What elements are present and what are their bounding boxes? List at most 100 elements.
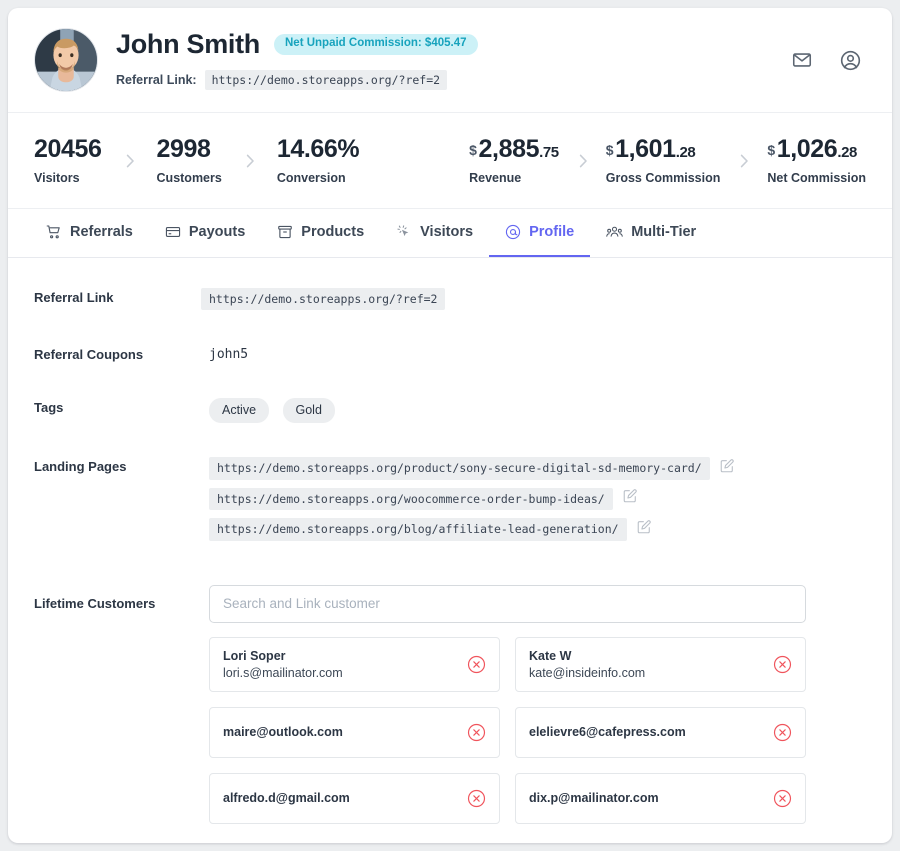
stat-label: Visitors bbox=[34, 170, 80, 185]
customer-email: kate@insideinfo.com bbox=[529, 665, 646, 680]
field-tags: Tags Active Gold bbox=[34, 398, 866, 424]
edit-square-icon[interactable] bbox=[622, 488, 638, 509]
cart-icon bbox=[46, 224, 62, 240]
affiliate-profile-card: John Smith Net Unpaid Commission: $405.4… bbox=[8, 8, 892, 843]
profile-header: John Smith Net Unpaid Commission: $405.4… bbox=[8, 8, 892, 113]
landing-page-url[interactable]: https://demo.storeapps.org/woocommerce-o… bbox=[209, 487, 613, 511]
tab-referrals[interactable]: Referrals bbox=[34, 209, 149, 257]
field-label: Referral Link bbox=[34, 290, 114, 305]
remove-circle-icon[interactable] bbox=[773, 789, 792, 808]
landing-page-row: https://demo.storeapps.org/blog/affiliat… bbox=[209, 518, 866, 541]
field-landing-pages: Landing Pages https://demo.storeapps.org… bbox=[34, 457, 866, 541]
field-label: Referral Coupons bbox=[34, 347, 144, 363]
card-icon bbox=[165, 224, 181, 240]
landing-page-row: https://demo.storeapps.org/woocommerce-o… bbox=[209, 487, 866, 511]
list-item: Kate W kate@insideinfo.com bbox=[515, 636, 806, 692]
edit-square-icon[interactable] bbox=[636, 519, 652, 540]
header-actions bbox=[791, 49, 866, 72]
remove-circle-icon[interactable] bbox=[467, 723, 486, 742]
account-circle-icon[interactable] bbox=[839, 49, 862, 72]
stat-customers: 2998 Customers bbox=[157, 136, 222, 185]
stat-value: 1,026 bbox=[776, 135, 838, 164]
stat-value: 2998 bbox=[156, 135, 211, 164]
list-item: maire@outlook.com bbox=[209, 706, 500, 758]
tab-label: Profile bbox=[529, 224, 575, 240]
list-item: Lori Soper lori.s@mailinator.com bbox=[209, 636, 500, 692]
customer-name: Lori Soper bbox=[223, 648, 286, 663]
field-lifetime-customers: Lifetime Customers Lori Soper lori.s@mai… bbox=[34, 584, 866, 824]
customer-email: alfredo.d@gmail.com bbox=[223, 791, 350, 805]
box-icon bbox=[277, 224, 293, 240]
tab-profile[interactable]: Profile bbox=[489, 209, 591, 257]
tag-chip[interactable]: Gold bbox=[282, 398, 335, 424]
stat-label: Revenue bbox=[469, 170, 522, 185]
stat-revenue: $2,885.75 Revenue bbox=[469, 136, 559, 185]
stat-value: 1,601 bbox=[615, 135, 676, 164]
people-icon bbox=[606, 224, 623, 240]
avatar bbox=[34, 28, 98, 92]
customer-name: Kate W bbox=[529, 648, 572, 663]
remove-circle-icon[interactable] bbox=[467, 789, 486, 808]
stat-currency: $ bbox=[469, 142, 477, 159]
field-referral-coupons: Referral Coupons john5 bbox=[34, 345, 866, 363]
mail-icon[interactable] bbox=[791, 49, 813, 71]
stat-value: 20456 bbox=[34, 135, 102, 164]
chevron-right-icon bbox=[579, 154, 588, 168]
stat-label: Customers bbox=[156, 170, 222, 185]
stats-bar: 20456 Visitors 2998 Customers 14.66% Con… bbox=[8, 113, 892, 209]
chevron-right-icon bbox=[740, 154, 749, 168]
status-badge: Net Unpaid Commission: $405.47 bbox=[274, 34, 478, 55]
customer-email: maire@outlook.com bbox=[223, 725, 343, 739]
tab-payouts[interactable]: Payouts bbox=[149, 209, 261, 257]
coupon-code: john5 bbox=[209, 347, 249, 363]
tag-chip[interactable]: Active bbox=[209, 398, 270, 424]
tab-label: Visitors bbox=[420, 224, 474, 240]
stat-visitors: 20456 Visitors bbox=[34, 136, 102, 185]
identity-block: John Smith Net Unpaid Commission: $405.4… bbox=[116, 28, 791, 91]
remove-circle-icon[interactable] bbox=[773, 723, 792, 742]
tab-label: Multi-Tier bbox=[631, 224, 697, 240]
landing-page-url[interactable]: https://demo.storeapps.org/blog/affiliat… bbox=[209, 518, 627, 541]
customer-email: dix.p@mailinator.com bbox=[529, 791, 659, 805]
stat-decimals: .28 bbox=[675, 144, 696, 162]
search-input[interactable] bbox=[209, 584, 806, 623]
tab-label: Products bbox=[301, 224, 365, 240]
stat-label: Gross Commission bbox=[605, 170, 721, 185]
cursor-click-icon bbox=[396, 224, 412, 240]
landing-page-row: https://demo.storeapps.org/product/sony-… bbox=[209, 457, 866, 480]
stat-value: 2,885 bbox=[478, 135, 540, 164]
tab-label: Payouts bbox=[188, 224, 246, 240]
stat-label: Net Commission bbox=[767, 170, 866, 185]
stat-gross-commission: $1,601.28 Gross Commission bbox=[606, 136, 721, 185]
customer-email: lori.s@mailinator.com bbox=[223, 665, 343, 680]
list-item: alfredo.d@gmail.com bbox=[209, 772, 500, 824]
field-label: Landing Pages bbox=[34, 459, 127, 475]
profile-panel: Referral Link https://demo.storeapps.org… bbox=[8, 258, 892, 824]
referral-link-value[interactable]: https://demo.storeapps.org/?ref=2 bbox=[204, 70, 448, 91]
tab-products[interactable]: Products bbox=[261, 209, 380, 257]
page-title: John Smith bbox=[116, 28, 260, 59]
remove-circle-icon[interactable] bbox=[773, 655, 792, 674]
chevron-right-icon bbox=[246, 154, 255, 168]
edit-square-icon[interactable] bbox=[719, 458, 735, 479]
field-label: Lifetime Customers bbox=[34, 595, 156, 611]
stat-decimals: .75 bbox=[539, 144, 559, 162]
tab-bar: Referrals Payouts Products Visitors Prof… bbox=[8, 209, 892, 258]
customer-grid: Lori Soper lori.s@mailinator.com Kate W … bbox=[209, 636, 806, 824]
field-referral-link: Referral Link https://demo.storeapps.org… bbox=[34, 288, 866, 311]
stat-value: 14.66% bbox=[276, 135, 360, 164]
tab-multi-tier[interactable]: Multi-Tier bbox=[590, 209, 712, 257]
stat-net-commission: $1,026.28 Net Commission bbox=[767, 136, 866, 185]
stat-label: Conversion bbox=[276, 170, 346, 185]
stat-conversion: 14.66% Conversion bbox=[276, 135, 360, 185]
landing-page-url[interactable]: https://demo.storeapps.org/product/sony-… bbox=[209, 457, 710, 480]
stat-currency: $ bbox=[767, 142, 775, 159]
list-item: dix.p@mailinator.com bbox=[515, 772, 806, 824]
stat-currency: $ bbox=[605, 142, 614, 159]
referral-link-text[interactable]: https://demo.storeapps.org/?ref=2 bbox=[201, 288, 446, 311]
tab-visitors[interactable]: Visitors bbox=[380, 209, 489, 257]
remove-circle-icon[interactable] bbox=[467, 655, 486, 674]
referral-link-label: Referral Link: bbox=[116, 73, 197, 88]
stat-decimals: .28 bbox=[837, 144, 857, 162]
at-circle-icon bbox=[505, 224, 521, 240]
